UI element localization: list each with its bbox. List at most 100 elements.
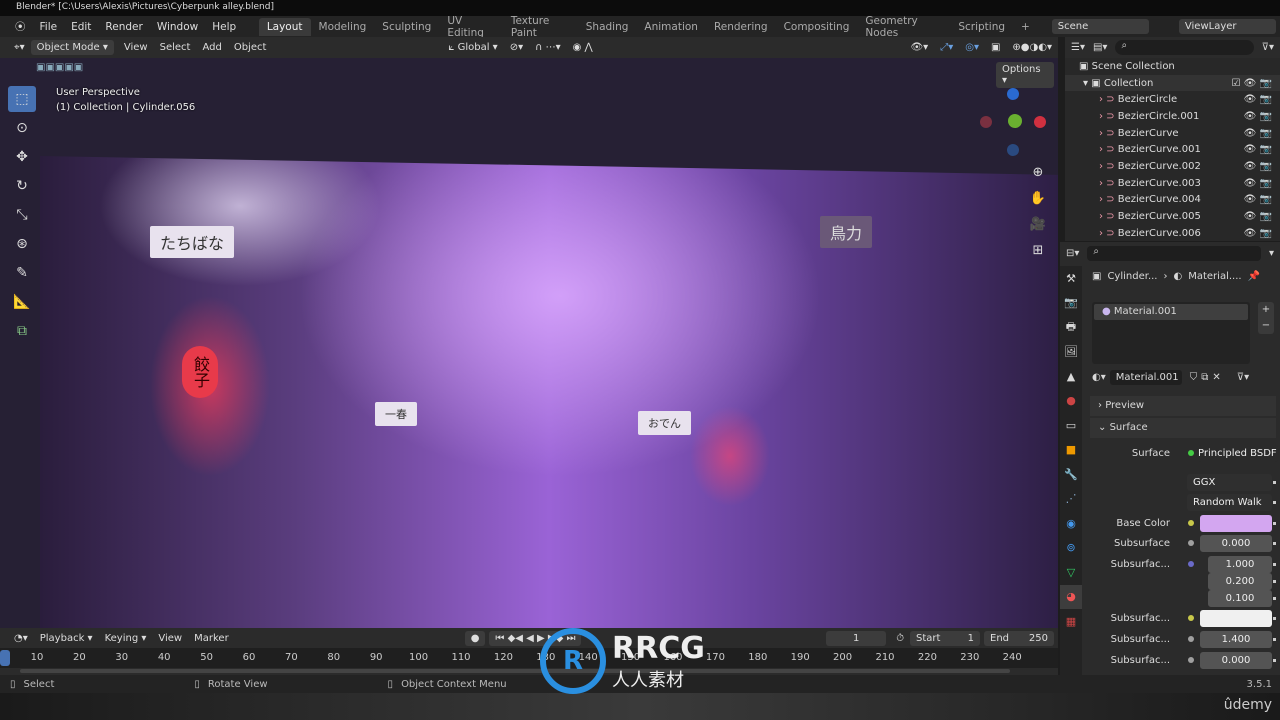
property-field[interactable]: 0.100: [1208, 589, 1272, 607]
timeline-scrollbar[interactable]: [20, 669, 1010, 673]
modifier-tab-icon[interactable]: 🔧: [1060, 462, 1082, 487]
keyframe-dot[interactable]: [1273, 637, 1276, 641]
mode-selector[interactable]: Object Mode ▾: [30, 40, 114, 55]
options-button[interactable]: Options ▾: [996, 62, 1054, 88]
current-frame-field[interactable]: 1: [826, 630, 887, 646]
add-slot-button[interactable]: +: [1258, 302, 1274, 318]
outliner-item[interactable]: › ⊃ BezierCurve.005 👁 📷: [1065, 208, 1280, 225]
gizmo-y-axis[interactable]: [1008, 114, 1022, 128]
keyframe-dot[interactable]: [1273, 658, 1276, 662]
viewlayer-selector[interactable]: ViewLayer: [1178, 19, 1277, 34]
rotate-tool-icon[interactable]: ↻: [8, 173, 36, 199]
annotate-tool-icon[interactable]: ✎: [8, 260, 36, 286]
pan-hand-icon[interactable]: ✋: [1028, 186, 1048, 212]
object-tab-icon[interactable]: ■: [1060, 438, 1082, 463]
visibility-toggles[interactable]: 👁 📷: [1244, 161, 1272, 172]
editor-type-icon[interactable]: ⌖▾: [8, 40, 31, 55]
constraints-tab-icon[interactable]: ⊚: [1060, 536, 1082, 561]
keyframe-dot[interactable]: [1273, 480, 1276, 484]
visibility-toggles[interactable]: 👁 📷: [1244, 111, 1272, 122]
keyframe-dot[interactable]: [1273, 521, 1276, 525]
menu-object[interactable]: Object: [228, 40, 273, 55]
measure-tool-icon[interactable]: 📐: [8, 289, 36, 315]
tab-layout[interactable]: Layout: [258, 17, 311, 36]
scene-selector[interactable]: Scene: [1051, 19, 1149, 34]
add-workspace-button[interactable]: +: [1013, 18, 1038, 36]
gizmo-icon[interactable]: ⤢▾: [934, 40, 959, 55]
browse-material-icon[interactable]: ◐▾: [1092, 372, 1106, 383]
surface-shader-field[interactable]: Principled BSDF: [1198, 444, 1278, 462]
panel-options-icon[interactable]: ▾: [1269, 248, 1274, 259]
remove-slot-button[interactable]: −: [1258, 318, 1274, 334]
pin-icon[interactable]: 📌: [1248, 271, 1260, 282]
outliner-item[interactable]: › ⊃ BezierCurve.006 👁 📷: [1065, 225, 1280, 242]
menu-keying[interactable]: Keying ▾: [99, 631, 153, 646]
texture-tab-icon[interactable]: ▦: [1060, 609, 1082, 634]
menu-render[interactable]: Render: [98, 18, 149, 36]
visibility-toggles[interactable]: 👁 📷: [1244, 211, 1272, 222]
ortho-grid-icon[interactable]: ⊞: [1028, 238, 1048, 264]
socket-icon[interactable]: [1188, 520, 1194, 526]
blender-logo-icon[interactable]: ⦿: [8, 16, 33, 37]
keyframe-dot[interactable]: [1273, 596, 1276, 600]
output-tab-icon[interactable]: 🖶: [1060, 315, 1082, 340]
socket-icon[interactable]: [1188, 540, 1194, 546]
gizmo-neg-x[interactable]: [980, 116, 992, 128]
outliner-item[interactable]: › ⊃ BezierCurve.002 👁 📷: [1065, 158, 1280, 175]
menu-file[interactable]: File: [33, 18, 65, 36]
menu-marker[interactable]: Marker: [188, 631, 235, 646]
transform-tool-icon[interactable]: ⊛: [8, 231, 36, 257]
keyframe-dot[interactable]: [1273, 579, 1276, 583]
material-tab-icon[interactable]: ◕: [1060, 584, 1082, 609]
visibility-toggles[interactable]: 👁 📷: [1244, 94, 1272, 105]
socket-icon[interactable]: [1188, 657, 1194, 663]
cursor-tool-icon[interactable]: ⊙: [8, 115, 36, 141]
duplicate-icon[interactable]: ⧉: [1201, 372, 1208, 383]
visibility-icon[interactable]: 👁▾: [904, 40, 934, 55]
render-tab-icon[interactable]: 📷: [1060, 291, 1082, 316]
playhead[interactable]: [0, 650, 10, 666]
menu-select[interactable]: Select: [154, 40, 197, 55]
select-mode-icons[interactable]: ▣▣▣▣▣: [36, 62, 83, 73]
zoom-icon[interactable]: ⊕: [1028, 160, 1048, 186]
property-field[interactable]: 0.200: [1208, 572, 1272, 590]
tab-animation[interactable]: Animation: [636, 18, 706, 36]
visibility-toggles[interactable]: 👁 📷: [1244, 178, 1272, 189]
outliner-search[interactable]: ⌕: [1115, 40, 1254, 55]
property-field[interactable]: 0.000: [1200, 534, 1272, 552]
tab-sculpting[interactable]: Sculpting: [374, 18, 439, 36]
navigation-gizmo[interactable]: [976, 86, 1046, 156]
collection-row[interactable]: ▾ ▣ Collection ☑ 👁 📷: [1065, 74, 1280, 92]
particles-tab-icon[interactable]: ⋰: [1060, 487, 1082, 512]
property-field[interactable]: [1200, 514, 1272, 532]
gizmo-x-axis[interactable]: [1034, 116, 1046, 128]
panel-preview[interactable]: › Preview: [1090, 396, 1276, 416]
expand-icon[interactable]: ▾ ▣: [1083, 78, 1101, 89]
keyframe-dot[interactable]: [1273, 541, 1276, 545]
auto-keying-button[interactable]: ●: [464, 630, 486, 646]
node-icon[interactable]: ⊽▾: [1237, 372, 1249, 383]
scene-collection-row[interactable]: ▣ Scene Collection: [1065, 58, 1280, 75]
outliner-item[interactable]: › ⊃ BezierCurve.004 👁 📷: [1065, 192, 1280, 209]
visibility-toggles[interactable]: 👁 📷: [1244, 228, 1272, 239]
menu-view[interactable]: View: [118, 40, 154, 55]
menu-edit[interactable]: Edit: [64, 18, 98, 36]
snap-icon[interactable]: ∩ ⋯▾: [529, 40, 567, 55]
overlay-icon[interactable]: ◎▾: [959, 40, 985, 55]
properties-search[interactable]: ⌕: [1087, 245, 1261, 261]
material-name-field[interactable]: Material.001: [1109, 370, 1182, 385]
frame-ruler[interactable]: 10 20 30 40 50 60 70 80 90 100 110 120 130 140 150 160 1…: [0, 648, 1058, 668]
collection-tab-icon[interactable]: ▭: [1060, 413, 1082, 438]
collection-toggles[interactable]: ☑ 👁 📷: [1232, 78, 1272, 89]
physics-tab-icon[interactable]: ◉: [1060, 511, 1082, 536]
tool-tab-icon[interactable]: ⚒: [1060, 266, 1082, 291]
menu-help[interactable]: Help: [205, 18, 243, 36]
property-field[interactable]: 1.400: [1200, 630, 1272, 648]
property-field[interactable]: 0.000: [1200, 651, 1272, 669]
outliner-item[interactable]: › ⊃ BezierCurve 👁 📷: [1065, 125, 1280, 142]
material-slot-list[interactable]: ● Material.001: [1092, 302, 1250, 364]
panel-surface[interactable]: ⌄ Surface: [1090, 418, 1276, 438]
view-layer-tab-icon[interactable]: 🖼: [1060, 340, 1082, 365]
end-frame-field[interactable]: End 250: [984, 630, 1054, 646]
gizmo-neg-z[interactable]: [1007, 144, 1019, 156]
